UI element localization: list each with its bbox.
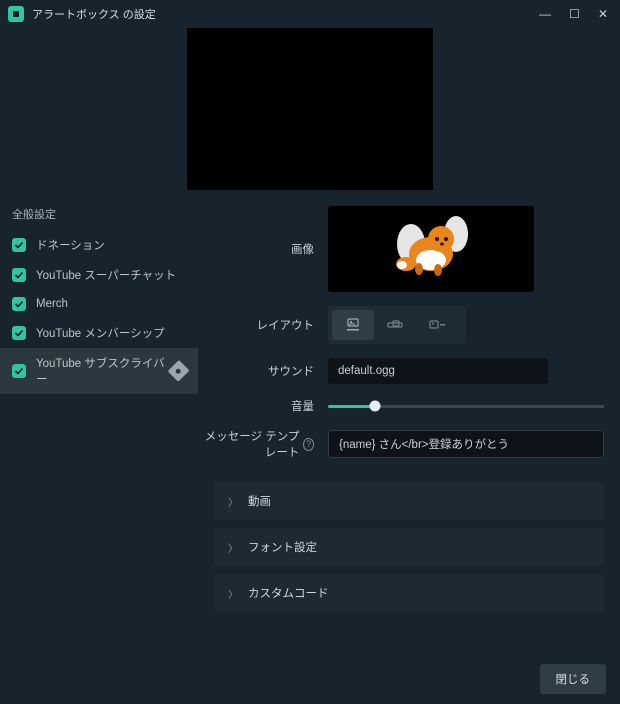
chevron-right-icon: 〉 bbox=[228, 540, 238, 555]
footer: 閉じる bbox=[0, 654, 620, 704]
sidebar-item-donation[interactable]: ドネーション bbox=[0, 230, 198, 260]
checkbox-icon[interactable] bbox=[12, 238, 26, 252]
sidebar-item-merch[interactable]: Merch bbox=[0, 290, 198, 318]
accordion-font-settings[interactable]: 〉 フォント設定 bbox=[214, 528, 604, 566]
fox-character-icon bbox=[386, 214, 476, 284]
volume-slider[interactable] bbox=[328, 398, 604, 414]
sidebar-item-label: Merch bbox=[36, 298, 68, 310]
sidebar: 全般設定 ドネーション YouTube スーパーチャット Merch YouTu… bbox=[0, 196, 198, 654]
window-title: アラートボックス の設定 bbox=[32, 6, 539, 22]
content: 画像 bbox=[198, 196, 620, 654]
label-image: 画像 bbox=[198, 241, 328, 257]
label-layout: レイアウト bbox=[198, 317, 328, 333]
chevron-right-icon: 〉 bbox=[228, 586, 238, 601]
checkbox-icon[interactable] bbox=[12, 364, 26, 378]
checkbox-icon[interactable] bbox=[12, 268, 26, 282]
main: 全般設定 ドネーション YouTube スーパーチャット Merch YouTu… bbox=[0, 196, 620, 654]
maximize-button[interactable]: ☐ bbox=[569, 7, 580, 21]
sidebar-item-youtube-subscriber[interactable]: YouTube サブスクライバー bbox=[0, 348, 198, 394]
sidebar-item-youtube-membership[interactable]: YouTube メンバーシップ bbox=[0, 318, 198, 348]
layout-option-side[interactable] bbox=[416, 310, 458, 340]
label-sound: サウンド bbox=[198, 363, 328, 379]
sidebar-item-label: YouTube サブスクライバー bbox=[36, 355, 171, 387]
sound-input[interactable] bbox=[328, 358, 548, 384]
preview-area bbox=[0, 28, 620, 196]
checkbox-icon[interactable] bbox=[12, 326, 26, 340]
accordion-video[interactable]: 〉 動画 bbox=[214, 482, 604, 520]
accordion-custom-code[interactable]: 〉 カスタムコード bbox=[214, 574, 604, 612]
layout-option-top[interactable] bbox=[332, 310, 374, 340]
chevron-right-icon: 〉 bbox=[228, 494, 238, 509]
row-layout: レイアウト bbox=[198, 306, 604, 344]
accordion-label: カスタムコード bbox=[248, 585, 329, 601]
label-volume: 音量 bbox=[198, 398, 328, 414]
row-volume: 音量 bbox=[198, 398, 604, 414]
sidebar-item-youtube-superchat[interactable]: YouTube スーパーチャット bbox=[0, 260, 198, 290]
alert-preview bbox=[187, 28, 433, 190]
help-icon[interactable]: ? bbox=[303, 438, 314, 451]
sidebar-item-label: ドネーション bbox=[36, 237, 105, 253]
titlebar: アラートボックス の設定 — ☐ ✕ bbox=[0, 0, 620, 28]
sidebar-item-label: YouTube スーパーチャット bbox=[36, 267, 176, 283]
accordion-label: フォント設定 bbox=[248, 539, 317, 555]
accordion-label: 動画 bbox=[248, 493, 271, 509]
message-template-input[interactable] bbox=[328, 430, 604, 458]
close-button[interactable]: 閉じる bbox=[540, 664, 607, 694]
minimize-button[interactable]: — bbox=[539, 7, 551, 21]
layout-options bbox=[328, 306, 466, 344]
layout-option-banner[interactable] bbox=[374, 310, 416, 340]
checkbox-icon[interactable] bbox=[12, 297, 26, 311]
window-controls: — ☐ ✕ bbox=[539, 7, 612, 21]
sidebar-item-label: YouTube メンバーシップ bbox=[36, 325, 165, 341]
close-window-button[interactable]: ✕ bbox=[598, 7, 608, 21]
row-sound: サウンド bbox=[198, 358, 604, 384]
image-preview[interactable] bbox=[328, 206, 534, 292]
app-icon bbox=[8, 6, 24, 22]
row-message-template: メッセージ テンプレート ? bbox=[198, 428, 604, 460]
row-image: 画像 bbox=[198, 206, 604, 292]
label-message-template: メッセージ テンプレート ? bbox=[198, 428, 328, 460]
sidebar-header: 全般設定 bbox=[0, 196, 198, 230]
